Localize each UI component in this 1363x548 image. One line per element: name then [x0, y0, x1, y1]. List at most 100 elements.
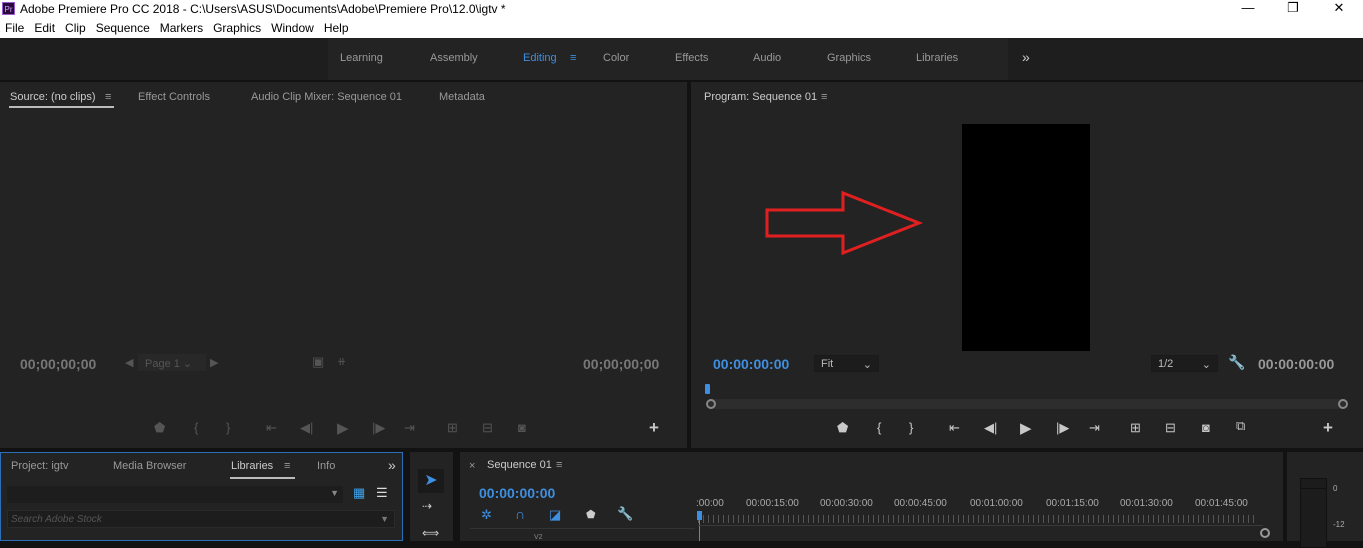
timeline-timecode[interactable]: 00:00:00:00 [479, 485, 555, 501]
program-menu-icon[interactable]: ≡ [821, 91, 827, 103]
step-forward-icon[interactable]: |▶ [372, 420, 385, 436]
tab-libraries[interactable]: Libraries [231, 460, 273, 472]
add-marker-icon[interactable]: ⬟ [837, 420, 848, 436]
menu-file[interactable]: File [0, 18, 29, 38]
workspace-effects[interactable]: Effects [675, 52, 708, 64]
timeline-playhead[interactable] [697, 511, 702, 520]
go-to-out-icon[interactable]: ⇥ [1089, 420, 1100, 436]
timeline-zoom-handle[interactable] [1260, 528, 1270, 538]
tab-audio-clip-mixer[interactable]: Audio Clip Mixer: Sequence 01 [251, 91, 402, 103]
window-title: Adobe Premiere Pro CC 2018 - C:\Users\AS… [20, 2, 506, 16]
program-title[interactable]: Program: Sequence 01 [704, 91, 817, 103]
ruler-label: 00:01:45:00 [1195, 498, 1248, 509]
export-frame-icon[interactable]: ◙ [1202, 420, 1210, 435]
next-page-icon[interactable]: ▶ [210, 356, 218, 369]
mark-in-icon[interactable]: { [877, 420, 881, 435]
menu-clip[interactable]: Clip [60, 18, 91, 38]
list-view-icon[interactable]: ☰ [376, 485, 388, 501]
track-select-tool-icon[interactable]: ⇢ [422, 499, 432, 513]
extract-icon[interactable]: ⊟ [1165, 420, 1176, 436]
menu-window[interactable]: Window [266, 18, 319, 38]
search-adobe-stock-input[interactable]: Search Adobe Stock ▼ [7, 510, 395, 528]
libraries-menu-icon[interactable]: ≡ [284, 460, 290, 472]
zoom-select[interactable]: Fit ⌄ [814, 355, 879, 372]
workspace-bar: Learning Assembly Editing ≡ Color Effect… [0, 38, 1363, 80]
tab-metadata[interactable]: Metadata [439, 91, 485, 103]
source-menu-icon[interactable]: ≡ [105, 91, 111, 103]
prev-page-icon[interactable]: ◀ [125, 356, 133, 369]
step-forward-icon[interactable]: |▶ [1056, 420, 1069, 436]
tab-effect-controls[interactable]: Effect Controls [138, 91, 210, 103]
add-marker-icon[interactable]: ⬟ [154, 420, 165, 436]
go-to-out-icon[interactable]: ⇥ [404, 420, 415, 436]
comparison-view-icon[interactable]: ⧉ [1236, 418, 1245, 434]
panel-more-icon[interactable]: » [388, 457, 396, 473]
sequence-menu-icon[interactable]: ≡ [556, 459, 562, 471]
snap-magnet-icon[interactable]: ∩ [515, 506, 525, 522]
menu-sequence[interactable]: Sequence [91, 18, 155, 38]
menu-graphics[interactable]: Graphics [208, 18, 266, 38]
workspace-menu-icon[interactable]: ≡ [570, 52, 576, 64]
menu-edit[interactable]: Edit [29, 18, 60, 38]
add-button-icon[interactable]: + [1323, 418, 1333, 438]
zoom-handle-left[interactable] [706, 399, 716, 409]
ripple-edit-tool-icon[interactable]: ⟺ [422, 526, 439, 540]
program-playhead-timecode[interactable]: 00:00:00:00 [713, 356, 789, 372]
insert-icon[interactable]: ⊞ [447, 420, 458, 436]
tab-media-browser[interactable]: Media Browser [113, 460, 186, 472]
play-icon[interactable]: ▶ [337, 419, 349, 437]
step-back-icon[interactable]: ◀| [300, 420, 313, 436]
workspace-more-icon[interactable]: » [1022, 49, 1030, 65]
maximize-button[interactable]: ❐ [1270, 0, 1316, 16]
linked-selection-icon[interactable]: ◪ [549, 507, 561, 523]
nest-toggle-icon[interactable]: ✲ [481, 507, 492, 523]
playhead-marker[interactable] [705, 384, 710, 394]
program-panel: Program: Sequence 01 ≡ 00:00:00:00 Fit ⌄ … [691, 82, 1363, 448]
library-select[interactable]: ▼ [7, 486, 343, 503]
ruler-label: 00:00:15:00 [746, 498, 799, 509]
source-timecode-left[interactable]: 00;00;00;00 [20, 356, 96, 372]
settings-wrench-icon[interactable]: 🔧 [1228, 354, 1245, 371]
workspace-graphics[interactable]: Graphics [827, 52, 871, 64]
minimize-button[interactable]: — [1225, 0, 1271, 15]
mark-out-icon[interactable]: } [226, 420, 230, 435]
tab-source[interactable]: Source: (no clips) [10, 91, 96, 103]
go-to-in-icon[interactable]: ⇤ [266, 420, 277, 436]
ruler-label: 00:01:30:00 [1120, 498, 1173, 509]
tab-sequence-01[interactable]: Sequence 01 [487, 459, 552, 471]
tab-info[interactable]: Info [317, 460, 335, 472]
program-scrub-bar[interactable] [709, 399, 1345, 409]
page-select[interactable]: Page 1 ⌄ [138, 354, 206, 371]
workspace-libraries[interactable]: Libraries [916, 52, 958, 64]
zoom-handle-right[interactable] [1338, 399, 1348, 409]
add-marker-icon[interactable]: ⬟ [586, 508, 596, 521]
lift-icon[interactable]: ⊞ [1130, 420, 1141, 436]
add-button-icon[interactable]: + [649, 418, 659, 438]
timeline-settings-icon[interactable]: 🔧 [617, 506, 633, 522]
selection-tool-icon[interactable]: ➤ [418, 469, 444, 493]
workspace-learning[interactable]: Learning [340, 52, 383, 64]
grid-view-icon[interactable]: ▦ [353, 485, 365, 501]
workspace-color[interactable]: Color [603, 52, 629, 64]
menu-help[interactable]: Help [319, 18, 354, 38]
time-ruler[interactable] [698, 515, 1258, 523]
step-back-icon[interactable]: ◀| [984, 420, 997, 436]
search-options-icon[interactable]: ▼ [380, 514, 389, 524]
mark-in-icon[interactable]: { [194, 420, 198, 435]
drag-video-icon[interactable]: ▣ [312, 354, 324, 370]
tab-project[interactable]: Project: igtv [11, 460, 68, 472]
play-icon[interactable]: ▶ [1020, 419, 1032, 437]
workspace-audio[interactable]: Audio [753, 52, 781, 64]
export-frame-icon[interactable]: ◙ [518, 420, 526, 435]
resolution-select[interactable]: 1/2 ⌄ [1151, 355, 1218, 372]
workspace-assembly[interactable]: Assembly [430, 52, 478, 64]
go-to-in-icon[interactable]: ⇤ [949, 420, 960, 436]
mark-out-icon[interactable]: } [909, 420, 913, 435]
close-button[interactable]: ✕ [1316, 0, 1362, 16]
workspace-editing[interactable]: Editing [523, 52, 557, 64]
drag-audio-icon[interactable]: ⧺ [337, 355, 346, 368]
close-sequence-icon[interactable]: × [469, 460, 475, 472]
title-bar: Pr Adobe Premiere Pro CC 2018 - C:\Users… [0, 0, 1363, 18]
menu-markers[interactable]: Markers [155, 18, 208, 38]
overwrite-icon[interactable]: ⊟ [482, 420, 493, 436]
